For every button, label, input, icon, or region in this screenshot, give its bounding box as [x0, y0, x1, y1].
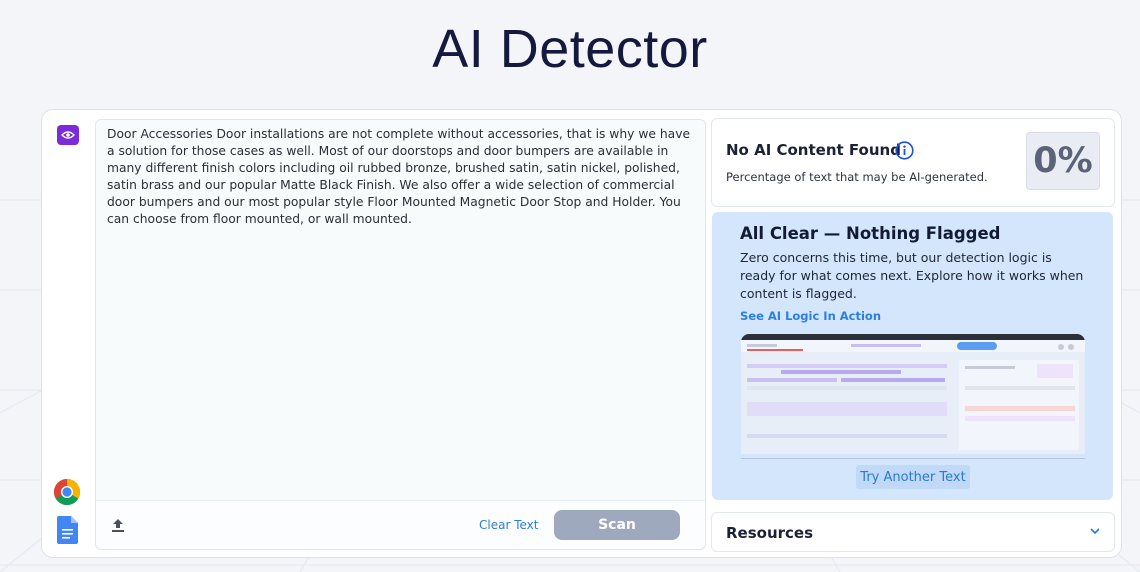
left-rail	[42, 110, 94, 557]
upload-icon[interactable]	[110, 517, 126, 534]
result-summary: No AI Content Found Percentage of text t…	[711, 118, 1115, 207]
try-another-text-button[interactable]: Try Another Text	[856, 465, 970, 489]
editor-footer: Clear Text Scan	[96, 500, 705, 549]
text-input-area[interactable]: Door Accessories Door installations are …	[95, 119, 706, 550]
scan-button[interactable]: Scan	[554, 510, 680, 540]
ai-percentage: 0%	[1026, 132, 1100, 190]
info-icon[interactable]	[895, 141, 914, 160]
resources-accordion[interactable]: Resources	[711, 512, 1115, 552]
see-ai-logic-link[interactable]: See AI Logic In Action	[740, 309, 881, 323]
clear-text-button[interactable]: Clear Text	[479, 518, 538, 532]
panel-heading: All Clear — Nothing Flagged	[740, 224, 1001, 243]
result-subtitle: Percentage of text that may be AI-genera…	[726, 170, 988, 184]
page-title: AI Detector	[432, 19, 708, 79]
chrome-icon[interactable]	[53, 478, 81, 506]
editor-text[interactable]: Door Accessories Door installations are …	[107, 126, 697, 228]
resources-label: Resources	[726, 524, 814, 542]
panel-body: Zero concerns this time, but our detecti…	[740, 250, 1084, 301]
preview-screenshot	[741, 334, 1085, 454]
all-clear-panel: All Clear — Nothing Flagged Zero concern…	[712, 212, 1113, 500]
google-docs-icon[interactable]	[57, 516, 78, 544]
eye-icon[interactable]	[57, 125, 79, 145]
chevron-down-icon[interactable]	[1090, 527, 1100, 535]
result-title: No AI Content Found	[726, 141, 901, 159]
panel-divider	[741, 458, 1085, 459]
detector-card: Door Accessories Door installations are …	[41, 109, 1122, 558]
